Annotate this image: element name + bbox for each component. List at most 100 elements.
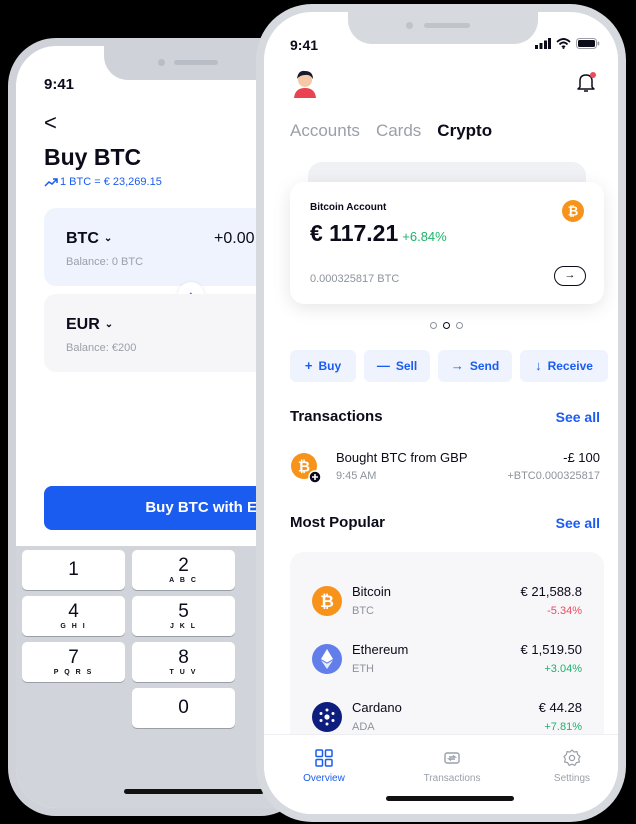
coin-change: +7.81% (544, 721, 582, 733)
coin-name: Ethereum (352, 642, 409, 657)
phone-notch (348, 12, 538, 44)
from-amount[interactable]: +0.00 (214, 230, 254, 248)
transaction-time: 9:45 AM (336, 470, 377, 482)
card-btc-amount: 0.000325817 BTC (310, 273, 400, 285)
key-letters: T U V (169, 669, 198, 676)
key-number: 5 (178, 601, 189, 622)
account-tabs: Accounts Cards Crypto (290, 121, 492, 141)
tab-accounts[interactable]: Accounts (290, 121, 360, 141)
nav-transactions-label: Transactions (423, 773, 481, 784)
nav-settings[interactable]: Settings (532, 749, 612, 784)
card-value: € 117.21 +6.84% (310, 220, 447, 247)
nav-overview[interactable]: Overview (284, 749, 364, 784)
receive-button[interactable]: ↓ Receive (520, 350, 608, 382)
battery-icon (576, 38, 600, 49)
back-button[interactable]: < (44, 112, 57, 134)
coin-name: Cardano (352, 700, 402, 715)
pager-dot[interactable] (430, 322, 437, 329)
card-value-text: € 117.21 (310, 220, 399, 246)
coin-change: +3.04% (544, 663, 582, 675)
transfer-icon (444, 752, 460, 764)
status-icons (535, 38, 600, 49)
card-pager (430, 322, 463, 329)
card-change: +6.84% (402, 229, 447, 244)
svg-text:₿: ₿ (298, 459, 310, 476)
most-popular-title: Most Popular (290, 514, 386, 531)
home-indicator[interactable] (386, 796, 514, 801)
trend-up-icon (44, 178, 58, 187)
key-letters: G H I (60, 623, 87, 630)
coin-symbol: BTC (352, 605, 374, 617)
coin-row-bitcoin[interactable]: ₿ Bitcoin BTC € 21,588.8 -5.34% (290, 576, 604, 634)
from-currency-label: BTC (66, 230, 99, 247)
key-5[interactable]: 5J K L (132, 596, 235, 636)
grid-icon (315, 749, 333, 767)
status-time: 9:41 (44, 76, 75, 93)
exchange-rate-text: 1 BTC = € 23,269.15 (60, 176, 162, 188)
status-time: 9:41 (290, 37, 319, 53)
minus-icon: — (376, 358, 390, 373)
action-buttons: + Buy — Sell → Send ↓ Receive (290, 350, 608, 382)
transaction-row[interactable]: ₿ Bought BTC from GBP 9:45 AM -£ 100 +BT… (290, 446, 600, 490)
to-balance: Balance: €200 (66, 342, 137, 354)
key-4[interactable]: 4G H I (22, 596, 125, 636)
card-arrow-button[interactable]: → (554, 266, 586, 286)
coin-name: Bitcoin (352, 584, 392, 599)
chevron-down-icon: ⌄ (104, 319, 114, 330)
popular-coins-list: ₿ Bitcoin BTC € 21,588.8 -5.34% Ethereum… (290, 552, 604, 752)
send-button[interactable]: → Send (438, 350, 512, 382)
coin-price: € 44.28 (538, 700, 582, 715)
sell-button[interactable]: — Sell (364, 350, 430, 382)
coin-price: € 21,588.8 (520, 584, 582, 599)
transactions-title: Transactions (290, 408, 383, 425)
coin-symbol: ETH (352, 663, 374, 675)
bitcoin-icon: ₿ (312, 586, 342, 616)
nav-transactions[interactable]: Transactions (412, 749, 492, 784)
chevron-down-icon: ⌄ (103, 233, 113, 244)
coin-row-ethereum[interactable]: Ethereum ETH € 1,519.50 +3.04% (290, 634, 604, 692)
receive-label: Receive (547, 359, 593, 373)
key-7[interactable]: 7P Q R S (22, 642, 125, 682)
key-number: 4 (68, 601, 79, 622)
pager-dot-add[interactable] (456, 322, 463, 329)
sell-label: Sell (395, 359, 418, 373)
key-2[interactable]: 2A B C (132, 550, 235, 590)
tab-cards[interactable]: Cards (376, 121, 421, 141)
plus-icon: + (304, 358, 313, 373)
key-8[interactable]: 8T U V (132, 642, 235, 682)
exchange-rate: 1 BTC = € 23,269.15 (44, 176, 162, 188)
key-letters: J K L (169, 623, 198, 630)
avatar[interactable] (290, 68, 320, 98)
tab-crypto[interactable]: Crypto (437, 121, 492, 141)
pager-dot-active[interactable] (443, 322, 450, 329)
key-number: 0 (178, 697, 189, 718)
signal-icon (535, 38, 551, 49)
key-number: 2 (178, 555, 189, 576)
key-0[interactable]: 0 (132, 688, 235, 728)
to-currency-label: EUR (66, 316, 100, 333)
key-letters: A B C (169, 577, 198, 584)
transaction-name: Bought BTC from GBP (336, 450, 468, 465)
buy-button[interactable]: + Buy (290, 350, 356, 382)
to-currency-select[interactable]: EUR ⌄ (66, 316, 113, 334)
transaction-btc-amount: +BTC0.000325817 (507, 470, 600, 482)
arrow-right-icon: → (450, 358, 464, 373)
notification-bell-icon[interactable] (574, 70, 598, 94)
arrow-down-icon: ↓ (535, 358, 542, 373)
gear-icon (563, 749, 581, 766)
nav-settings-label: Settings (553, 773, 591, 784)
send-label: Send (469, 359, 500, 373)
buy-label: Buy (318, 359, 342, 373)
page-title: Buy BTC (44, 144, 142, 170)
key-1[interactable]: 1 (22, 550, 125, 590)
transactions-see-all-link[interactable]: See all (556, 409, 600, 425)
popular-see-all-link[interactable]: See all (556, 515, 600, 531)
coin-price: € 1,519.50 (520, 642, 582, 657)
from-currency-select[interactable]: BTC ⌄ (66, 230, 112, 248)
cardano-icon (312, 702, 342, 732)
home-indicator[interactable] (124, 789, 264, 794)
from-balance: Balance: 0 BTC (66, 256, 144, 268)
ethereum-icon (312, 644, 342, 674)
arrow-right-icon: → (564, 269, 576, 281)
bitcoin-account-card[interactable]: Bitcoin Account € 117.21 +6.84% ₿ 0.00032… (290, 182, 604, 304)
